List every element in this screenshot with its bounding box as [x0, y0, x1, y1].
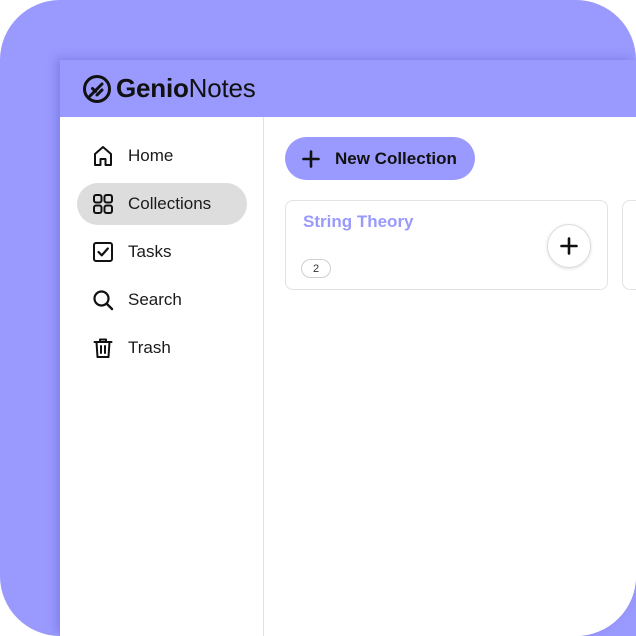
checkbox-icon: [91, 240, 115, 264]
sidebar-item-label: Trash: [128, 338, 171, 357]
new-collection-label: New Collection: [335, 148, 457, 168]
sidebar-item-search[interactable]: Search: [77, 279, 247, 321]
new-collection-button[interactable]: New Collection: [285, 137, 475, 180]
home-icon: [91, 144, 115, 168]
app-name: GenioNotes: [116, 73, 256, 104]
sidebar-item-label: Search: [128, 290, 182, 309]
trash-icon: [91, 336, 115, 360]
plus-icon: [560, 237, 578, 255]
collection-card[interactable]: String Theory 2: [285, 200, 608, 290]
app-window: GenioNotes Home Collections Tasks Search…: [60, 60, 636, 636]
window-frame: GenioNotes Home Collections Tasks Search…: [0, 0, 636, 636]
sidebar-item-label: Collections: [128, 194, 212, 213]
grid-icon: [91, 192, 115, 216]
compass-check-icon: [83, 74, 111, 103]
sidebar: Home Collections Tasks Search Trash: [60, 117, 264, 636]
sidebar-item-tasks[interactable]: Tasks: [77, 231, 247, 273]
main-content: New Collection String Theory 2: [264, 117, 636, 636]
add-note-button[interactable]: [547, 224, 591, 268]
sidebar-item-label: Tasks: [128, 242, 172, 261]
sidebar-item-collections[interactable]: Collections: [77, 183, 247, 225]
collection-card-partial[interactable]: [622, 200, 636, 290]
app-name-bold: Genio: [116, 73, 189, 103]
plus-icon: [302, 149, 320, 168]
collection-count-badge: 2: [301, 259, 331, 278]
collection-title[interactable]: String Theory: [303, 212, 414, 232]
top-header: GenioNotes: [60, 60, 636, 117]
app-name-light: Notes: [188, 73, 256, 103]
app-logo[interactable]: GenioNotes: [81, 73, 256, 105]
sidebar-item-label: Home: [128, 146, 174, 165]
sidebar-item-trash[interactable]: Trash: [77, 327, 247, 369]
search-icon: [91, 288, 115, 312]
sidebar-item-home[interactable]: Home: [77, 135, 247, 177]
